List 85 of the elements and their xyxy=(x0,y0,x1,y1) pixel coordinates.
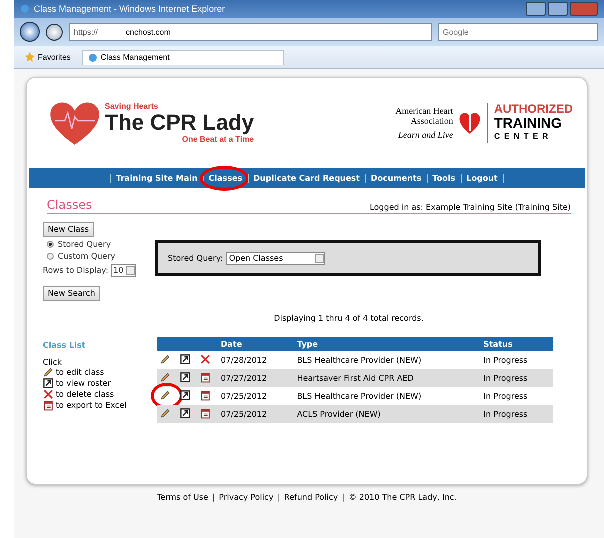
table-cell: ACLS Provider (NEW) xyxy=(293,405,480,423)
legend-intro: Click xyxy=(43,358,64,367)
radio-button[interactable] xyxy=(47,241,54,248)
rows-dropdown[interactable]: 10 xyxy=(110,264,136,277)
address-bar[interactable]: https:// cnchost.com xyxy=(69,23,432,41)
new-class-button[interactable]: New Class xyxy=(43,222,94,237)
table-cell: BLS Healthcare Provider (NEW) xyxy=(293,351,480,369)
delete-icon[interactable] xyxy=(43,389,54,400)
window-title: Class Management - Windows Internet Explorer xyxy=(34,4,226,14)
table-cell: In Progress xyxy=(480,369,553,387)
footer-link[interactable]: Privacy Policy xyxy=(219,493,274,502)
browser-icon xyxy=(88,52,98,62)
radio-label: Stored Query xyxy=(58,240,112,249)
table-cell: 07/25/2012 xyxy=(217,387,294,405)
separator: | xyxy=(212,493,216,502)
legend-text: to delete class xyxy=(56,390,114,399)
column-header: Type xyxy=(293,337,480,351)
back-button[interactable] xyxy=(20,22,40,42)
nav-link[interactable]: Duplicate Card Request xyxy=(248,174,365,182)
table-cell: 07/28/2012 xyxy=(217,351,294,369)
table-cell: BLS Healthcare Provider (NEW) xyxy=(293,387,480,405)
roster-icon[interactable] xyxy=(180,390,191,400)
column-header: Date xyxy=(217,337,294,351)
separator: | xyxy=(278,493,280,502)
radio-label: Custom Query xyxy=(58,252,116,261)
table-cell: In Progress xyxy=(480,405,553,423)
minimize-button[interactable] xyxy=(526,2,546,16)
nav-link[interactable]: Documents xyxy=(365,174,427,182)
pencil-icon[interactable] xyxy=(160,372,171,382)
roster-icon[interactable] xyxy=(43,378,54,389)
nav-link[interactable]: Logout xyxy=(460,174,504,182)
browser-icon xyxy=(20,4,30,14)
roster-icon[interactable] xyxy=(180,354,191,364)
table-cell: 07/25/2012 xyxy=(217,405,294,423)
browser-tab[interactable]: Class Management xyxy=(82,50,284,64)
pencil-icon[interactable] xyxy=(160,408,171,418)
query-dropdown[interactable]: Open Classes xyxy=(226,252,326,264)
legend-text: to export to Excel xyxy=(56,401,127,410)
logo-tagline: Saving Hearts xyxy=(105,102,160,111)
legend-text: to edit class xyxy=(56,368,104,377)
export-icon[interactable] xyxy=(43,400,54,411)
table-cell: 07/27/2012 xyxy=(217,369,294,387)
export-icon[interactable] xyxy=(200,408,211,418)
delete-icon[interactable] xyxy=(200,354,211,364)
roster-icon[interactable] xyxy=(180,408,191,418)
records-summary: Displaying 1 thru 4 of 4 total records. xyxy=(273,314,425,323)
org-name: American Heart xyxy=(396,106,454,116)
column-header: Status xyxy=(480,337,553,351)
forward-button[interactable] xyxy=(46,24,63,40)
table-cell: Heartsaver First Aid CPR AED xyxy=(293,369,480,387)
login-status: Logged in as: Example Training Site (Training Site) xyxy=(370,203,571,212)
heart-torch-icon xyxy=(459,111,482,135)
table-cell: In Progress xyxy=(480,387,553,405)
new-search-button[interactable]: New Search xyxy=(43,286,100,301)
favorites-button[interactable]: Favorites xyxy=(20,50,76,64)
search-field[interactable]: Google xyxy=(438,23,598,41)
page-title: Classes xyxy=(47,198,92,212)
rows-label: Rows to Display: xyxy=(43,266,109,275)
pencil-icon[interactable] xyxy=(160,390,171,400)
copyright: © 2010 The CPR Lady, Inc. xyxy=(348,493,457,502)
badge-text: TRAINING xyxy=(494,116,563,130)
pencil-icon[interactable] xyxy=(160,354,171,364)
nav-link[interactable]: Training Site Main xyxy=(110,174,203,182)
logo-name: The CPR Lady xyxy=(105,111,254,135)
nav-link[interactable]: Tools xyxy=(426,174,461,182)
maximize-button[interactable] xyxy=(548,2,568,16)
export-icon[interactable] xyxy=(200,372,211,382)
roster-icon[interactable] xyxy=(180,372,191,382)
badge-text: AUTHORIZED xyxy=(494,102,573,116)
star-icon xyxy=(25,52,35,62)
query-label: Stored Query: xyxy=(168,254,224,262)
legend-title: Class List xyxy=(43,341,87,350)
nav-link[interactable]: Classes xyxy=(202,174,248,182)
table-cell: In Progress xyxy=(480,351,553,369)
pencil-icon[interactable] xyxy=(43,367,54,378)
org-name: Association xyxy=(410,116,454,126)
export-icon[interactable] xyxy=(200,390,211,400)
radio-button[interactable] xyxy=(47,253,54,260)
footer-link[interactable]: Terms of Use xyxy=(157,493,208,502)
logo-slogan: One Beat at a Time xyxy=(182,135,254,144)
org-motto: Learn and Live xyxy=(398,130,454,140)
footer-link[interactable]: Refund Policy xyxy=(284,493,338,502)
separator: | xyxy=(342,493,345,502)
badge-text: C E N T E R xyxy=(494,131,550,143)
legend-text: to view roster xyxy=(56,379,112,388)
